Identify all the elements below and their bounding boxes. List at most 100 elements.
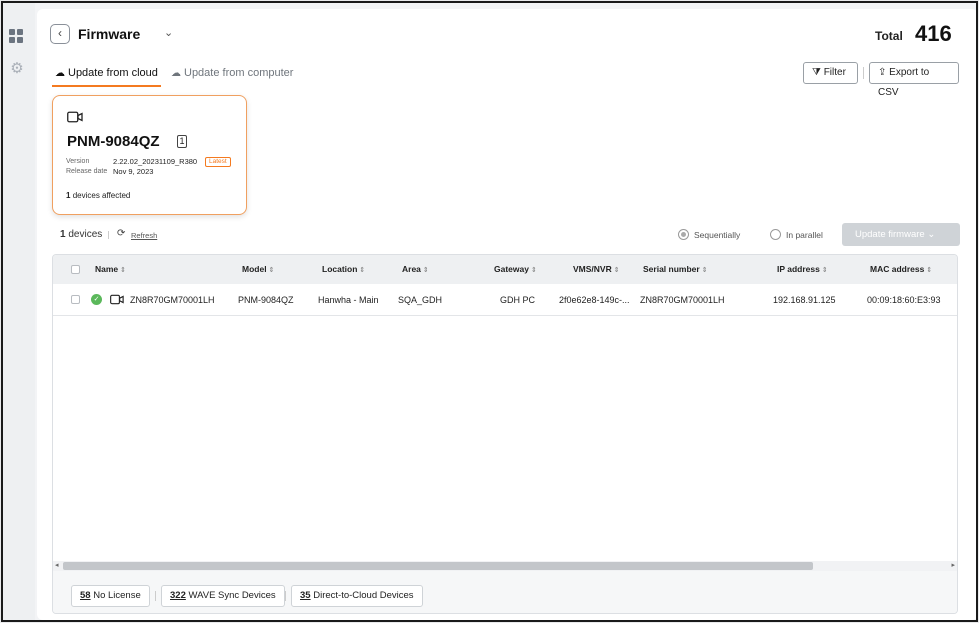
export-csv-button[interactable]: ⇪ Export to CSV [869, 62, 959, 98]
firmware-panel: ‹ Firmware ⌄ Total 416 ☁ Update from clou… [37, 9, 976, 620]
version-label: Version [66, 158, 90, 165]
cell-model: PNM-9084QZ [238, 295, 294, 305]
column-header-ip-address[interactable]: IP address ⇕ [777, 264, 828, 274]
settings-gear-icon[interactable]: ⚙ [9, 61, 25, 77]
export-label: Export to CSV [878, 67, 930, 98]
total-label: Total [875, 29, 903, 43]
column-header-serial-number[interactable]: Serial number ⇕ [643, 264, 708, 274]
wave-sync-chip[interactable]: 322 WAVE Sync Devices [161, 585, 285, 607]
devices-count: 1 devices [60, 229, 102, 240]
column-header-mac-address[interactable]: MAC address ⇕ [870, 264, 932, 274]
row-checkbox[interactable] [71, 295, 80, 304]
cell-serial-number: ZN8R70GM70001LH [640, 295, 725, 305]
column-header-gateway[interactable]: Gateway ⇕ [494, 264, 537, 274]
tab-label: Update from cloud [68, 67, 158, 79]
sort-icon: ⇕ [701, 267, 708, 274]
sort-icon: ⇕ [530, 267, 537, 274]
latest-badge: Latest [205, 157, 231, 167]
release-date-value: Nov 9, 2023 [113, 167, 154, 176]
divider [108, 231, 109, 239]
direct-to-cloud-label: Direct-to-Cloud Devices [313, 590, 414, 601]
release-date-label: Release date [66, 168, 108, 175]
divider [285, 591, 286, 601]
update-firmware-button[interactable]: Update firmware ⌄ [842, 223, 960, 246]
no-license-label: No License [93, 590, 141, 601]
model-count-badge: 1 [177, 135, 187, 148]
sort-icon: ⇕ [613, 267, 620, 274]
cell-vms-nvr: 2f0e62e8-149c-... [559, 295, 630, 305]
version-value: 2.22.02_20231109_R380 [113, 157, 198, 166]
status-ok-check-icon: ✓ [91, 294, 102, 305]
cloud-upload-icon: ☁ [171, 68, 181, 79]
devices-affected: 1 devices affected [66, 191, 130, 200]
active-tab-indicator [52, 85, 161, 87]
parallel-label: In parallel [786, 230, 823, 240]
sequential-radio[interactable] [678, 229, 689, 240]
cell-mac-address: 00:09:18:60:E3:93 [867, 295, 941, 305]
scroll-right-arrow-icon[interactable]: ▸ [951, 561, 955, 569]
title-dropdown-chevron-icon[interactable]: ⌄ [164, 26, 173, 39]
apps-grid-icon[interactable] [9, 29, 25, 45]
wave-sync-label: WAVE Sync Devices [188, 590, 276, 601]
sequential-label: Sequentially [694, 230, 741, 240]
wave-sync-count: 322 [170, 590, 186, 601]
camera-icon [110, 294, 124, 305]
divider [863, 67, 864, 79]
no-license-chip[interactable]: 58 No License [71, 585, 150, 607]
select-all-checkbox[interactable] [71, 265, 80, 274]
device-table: Name ⇕ Model ⇕ Location ⇕ Area ⇕ Gateway ⇕ VM… [52, 254, 958, 614]
refresh-icon[interactable]: ⟳ [117, 228, 125, 239]
tab-label: Update from computer [184, 67, 294, 79]
column-header-vms-nvr[interactable]: VMS/NVR ⇕ [573, 264, 620, 274]
column-header-model[interactable]: Model ⇕ [242, 264, 274, 274]
chevron-down-icon: ⌄ [927, 229, 936, 240]
refresh-link[interactable]: Refresh [131, 231, 157, 240]
horizontal-scrollbar[interactable]: ◂ ▸ [53, 561, 957, 571]
parallel-radio[interactable] [770, 229, 781, 240]
cell-area: SQA_GDH [398, 295, 443, 305]
update-firmware-label: Update firmware [855, 229, 925, 240]
cell-gateway: GDH PC [500, 295, 536, 305]
no-license-count: 58 [80, 590, 91, 601]
cell-location: Hanwha - Main [318, 295, 379, 305]
table-header: Name ⇕ Model ⇕ Location ⇕ Area ⇕ Gateway ⇕ VM… [53, 255, 957, 284]
devices-count-label: devices [68, 229, 103, 240]
scrollbar-thumb[interactable] [63, 562, 813, 570]
filter-button[interactable]: ⧩ Filter [803, 62, 858, 84]
page-title: Firmware [78, 26, 141, 42]
table-footer: 58 No License 322 WAVE Sync Devices 35 D… [53, 571, 957, 613]
camera-icon [67, 111, 83, 123]
cloud-refresh-icon: ☁ [55, 68, 65, 79]
sort-icon: ⇕ [926, 267, 933, 274]
direct-to-cloud-chip[interactable]: 35 Direct-to-Cloud Devices [291, 585, 423, 607]
scroll-left-arrow-icon[interactable]: ◂ [55, 561, 59, 569]
export-icon: ⇪ [878, 67, 887, 78]
divider [155, 591, 156, 601]
table-row[interactable]: ✓ ZN8R70GM70001LH PNM-9084QZ Hanwha - Ma… [53, 284, 957, 316]
tab-update-from-computer[interactable]: ☁ Update from computer [171, 67, 293, 87]
sort-icon: ⇕ [268, 267, 275, 274]
firmware-model: PNM-9084QZ [67, 133, 160, 150]
sort-icon: ⇕ [821, 267, 828, 274]
app-window: ⚙ ‹ Firmware ⌄ Total 416 ☁ Update from cl… [1, 1, 978, 622]
filter-label: Filter [823, 67, 846, 78]
column-header-name[interactable]: Name ⇕ [95, 264, 126, 274]
back-button[interactable]: ‹ [50, 24, 70, 44]
cell-ip-address: 192.168.91.125 [773, 295, 836, 305]
sort-icon: ⇕ [422, 267, 429, 274]
tab-update-from-cloud[interactable]: ☁ Update from cloud [52, 67, 161, 87]
left-nav: ⚙ [3, 3, 35, 620]
firmware-card[interactable]: PNM-9084QZ 1 Version 2.22.02_20231109_R3… [52, 95, 247, 215]
affected-text: devices affected [72, 191, 131, 200]
affected-count: 1 [66, 191, 71, 200]
column-header-location[interactable]: Location ⇕ [322, 264, 365, 274]
sort-icon: ⇕ [359, 267, 366, 274]
sort-icon: ⇕ [120, 267, 127, 274]
column-header-area[interactable]: Area ⇕ [402, 264, 429, 274]
direct-to-cloud-count: 35 [300, 590, 311, 601]
filter-icon: ⧩ [812, 67, 821, 78]
cell-name: ZN8R70GM70001LH [130, 295, 215, 305]
total-value: 416 [915, 21, 952, 46]
chevron-left-icon: ‹ [58, 26, 62, 40]
devices-count-number: 1 [60, 229, 66, 240]
